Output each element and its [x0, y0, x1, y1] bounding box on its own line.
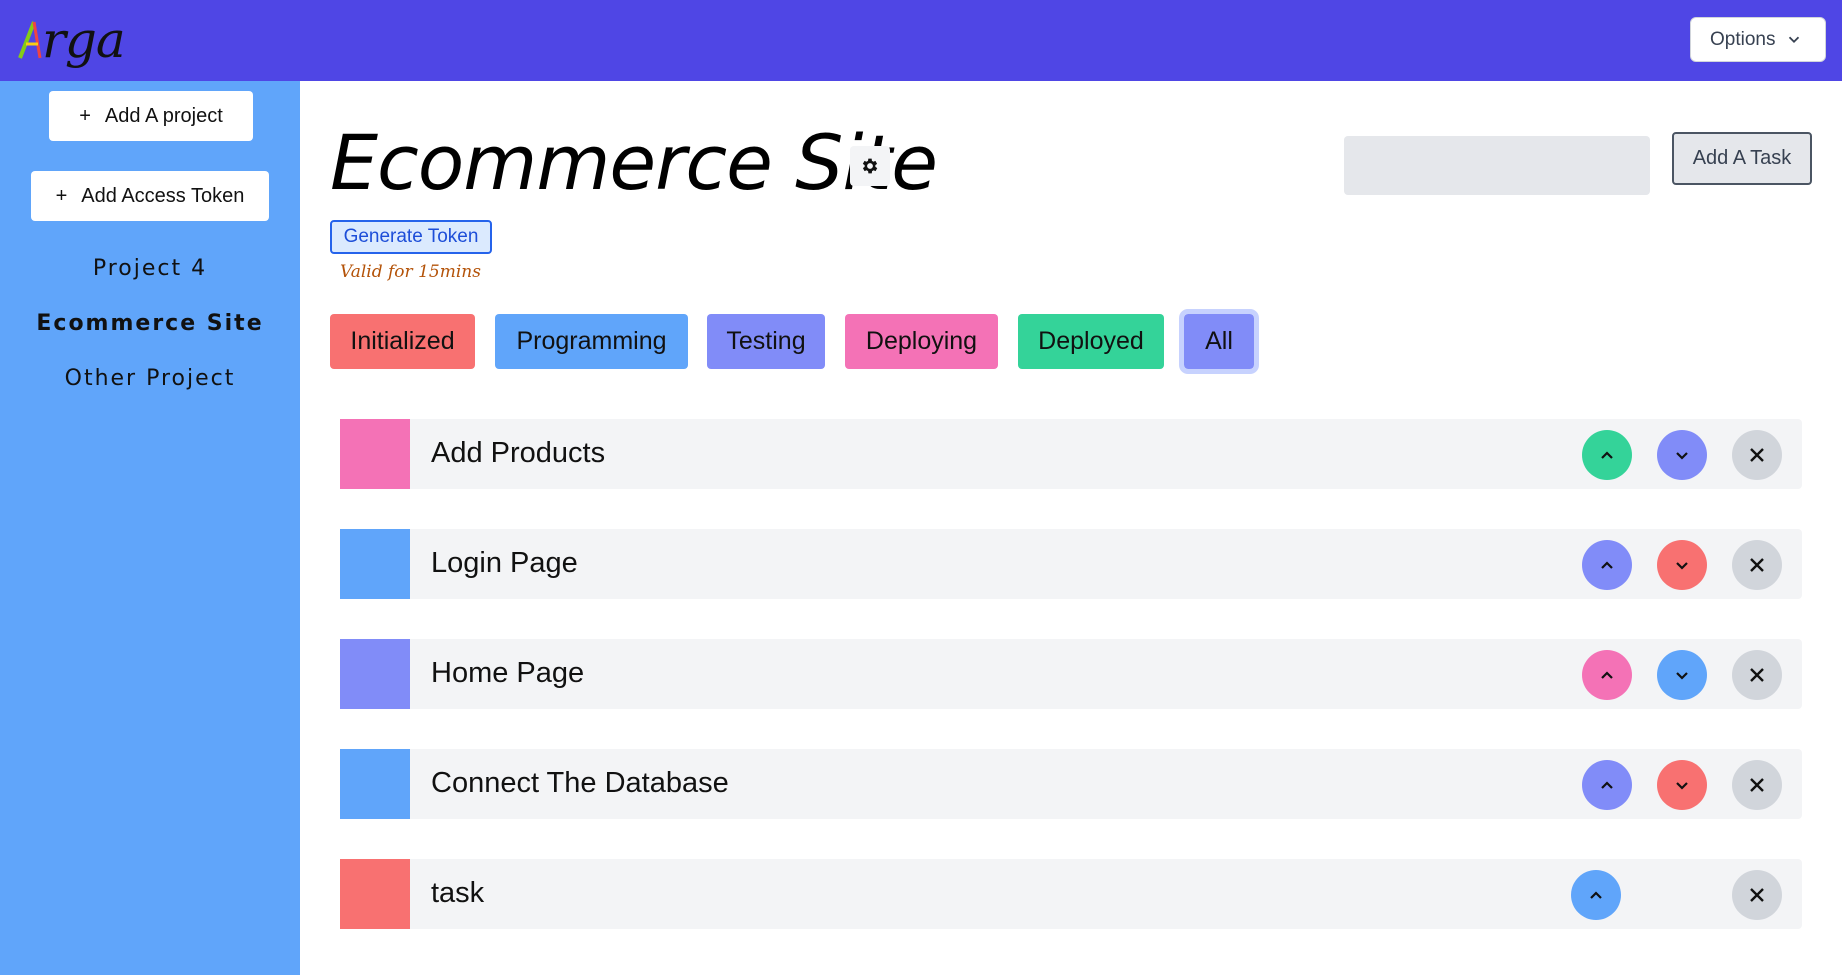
task-title: Home Page — [431, 657, 585, 689]
filter-all[interactable]: All — [1179, 309, 1259, 374]
sidebar-item-project-4[interactable]: Project 4 — [0, 256, 300, 281]
generate-token-button[interactable]: Generate Token — [330, 220, 492, 254]
close-icon — [1750, 448, 1764, 462]
close-icon — [1750, 668, 1764, 682]
task-status-swatch — [340, 639, 410, 709]
add-access-token-button[interactable]: + Add Access Token — [31, 171, 269, 221]
gear-icon — [862, 158, 878, 174]
filter-deploying[interactable]: Deploying — [845, 314, 998, 369]
chevron-down-icon — [1676, 452, 1688, 460]
task-title: Connect The Database — [431, 767, 729, 799]
options-label: Options — [1710, 28, 1776, 50]
plus-icon: + — [79, 104, 91, 127]
task-status-swatch — [340, 859, 410, 929]
project-settings-button[interactable] — [850, 146, 890, 186]
filter-initialized[interactable]: Initialized — [330, 314, 475, 369]
close-icon — [1750, 778, 1764, 792]
chevron-down-icon — [1788, 36, 1800, 43]
task-status-swatch — [340, 749, 410, 819]
sidebar: + Add A project + Add Access Token Proje… — [0, 81, 300, 975]
task-row: Home Page — [340, 639, 1802, 709]
task-row: task — [340, 859, 1802, 929]
add-project-button[interactable]: + Add A project — [49, 91, 253, 141]
options-dropdown[interactable]: Options — [1690, 17, 1826, 62]
move-down-button[interactable] — [1657, 430, 1707, 480]
sidebar-item-other-project[interactable]: Other Project — [0, 366, 300, 391]
filter-testing[interactable]: Testing — [707, 314, 825, 369]
task-row: Connect The Database — [340, 749, 1802, 819]
sidebar-item-ecommerce-site[interactable]: Ecommerce Site — [0, 311, 300, 336]
task-status-swatch — [340, 529, 410, 599]
delete-task-button[interactable] — [1732, 870, 1782, 920]
chevron-up-icon — [1601, 781, 1613, 789]
chevron-down-icon — [1676, 562, 1688, 570]
move-down-button[interactable] — [1657, 540, 1707, 590]
close-icon — [1750, 888, 1764, 902]
plus-icon: + — [55, 184, 68, 207]
move-up-button[interactable] — [1582, 650, 1632, 700]
chevron-down-icon — [1676, 782, 1688, 790]
add-access-token-label: Add Access Token — [81, 184, 245, 207]
chevron-up-icon — [1601, 671, 1613, 679]
task-status-swatch — [340, 419, 410, 489]
app-logo[interactable]: rga — [18, 10, 126, 70]
move-up-button[interactable] — [1582, 760, 1632, 810]
add-task-button[interactable]: Add A Task — [1672, 132, 1812, 185]
delete-task-button[interactable] — [1732, 540, 1782, 590]
delete-task-button[interactable] — [1732, 650, 1782, 700]
chevron-up-icon — [1601, 561, 1613, 569]
token-validity-note: Valid for 15mins — [340, 262, 481, 282]
task-row: Add Products — [340, 419, 1802, 489]
move-up-button[interactable] — [1582, 430, 1632, 480]
task-title: task — [431, 877, 485, 909]
page-title: Ecommerce Site — [330, 118, 938, 207]
filter-deployed[interactable]: Deployed — [1018, 314, 1164, 369]
task-title: Add Products — [431, 437, 606, 469]
delete-task-button[interactable] — [1732, 760, 1782, 810]
move-down-button[interactable] — [1657, 650, 1707, 700]
move-up-button[interactable] — [1582, 540, 1632, 590]
add-project-label: Add A project — [104, 104, 223, 127]
delete-task-button[interactable] — [1732, 430, 1782, 480]
close-icon — [1750, 558, 1764, 572]
logo-text: rga — [42, 11, 126, 69]
task-row: Login Page — [340, 529, 1802, 599]
filter-programming[interactable]: Programming — [495, 314, 688, 369]
task-name-input[interactable] — [1344, 136, 1650, 195]
chevron-up-icon — [1590, 891, 1602, 899]
move-up-button[interactable] — [1571, 870, 1621, 920]
chevron-down-icon — [1676, 672, 1688, 680]
chevron-up-icon — [1601, 451, 1613, 459]
top-navbar: rga Options — [0, 0, 1842, 81]
task-title: Login Page — [431, 547, 578, 579]
move-down-button[interactable] — [1657, 760, 1707, 810]
